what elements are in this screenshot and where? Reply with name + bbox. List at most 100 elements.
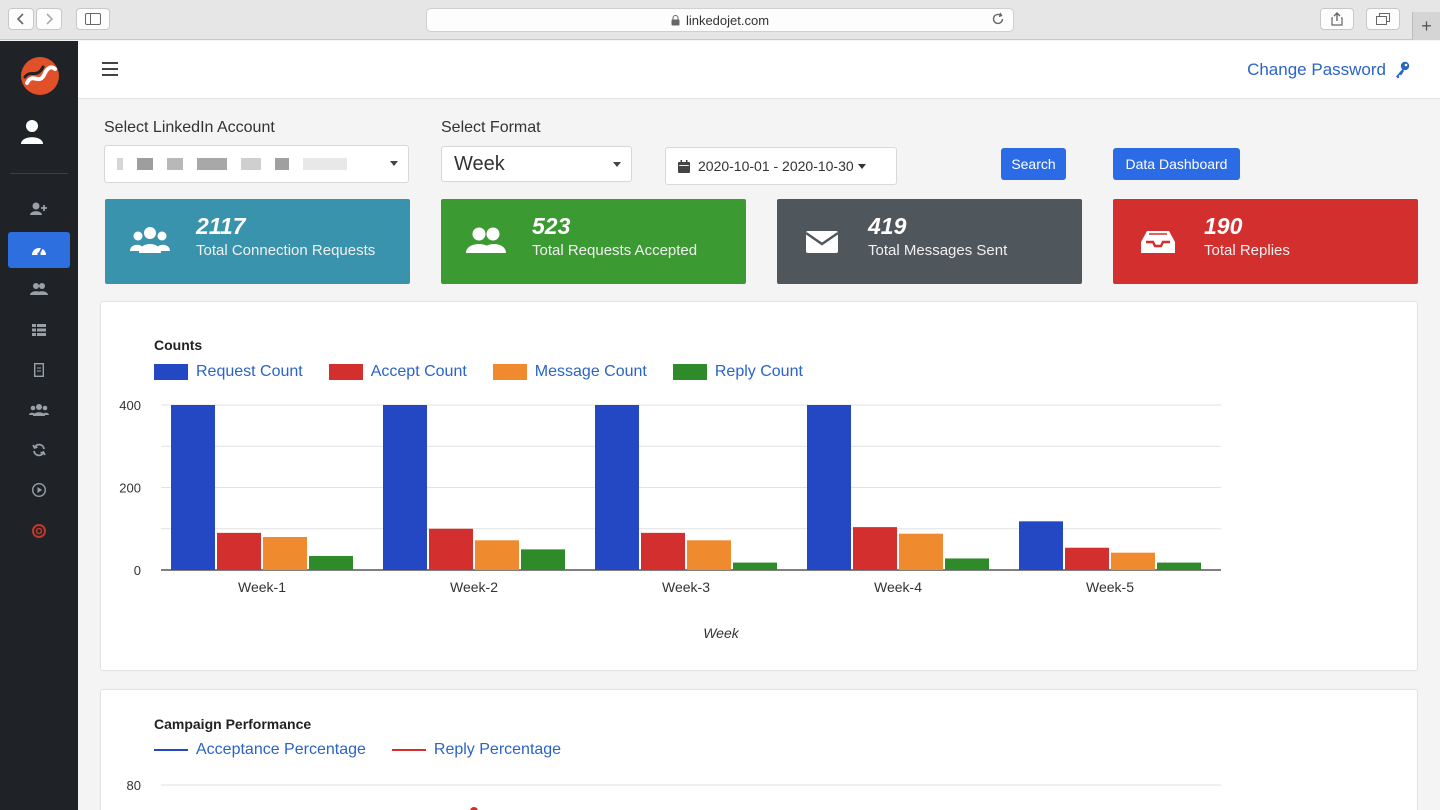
search-button[interactable]: Search	[1001, 148, 1066, 180]
counts-chart-panel: Counts Request Count Accept Count Messag…	[100, 301, 1418, 671]
sidebar-item-sync[interactable]	[8, 432, 70, 468]
history-nav	[8, 8, 62, 30]
browser-toolbar: linkedojet.com +	[0, 0, 1440, 40]
change-password-link[interactable]: Change Password	[1247, 60, 1410, 80]
bar	[687, 540, 731, 570]
sidebar-item-dashboard[interactable]	[8, 232, 70, 268]
key-icon	[1396, 61, 1410, 79]
menu-toggle-icon[interactable]	[102, 62, 118, 76]
y-tick-label: 80	[127, 778, 141, 793]
card-label: Total Replies	[1204, 242, 1290, 259]
bar	[1111, 552, 1155, 570]
calendar-icon	[678, 159, 690, 173]
bar	[1019, 521, 1063, 570]
account-label: Select LinkedIn Account	[104, 119, 275, 136]
tabs-overview-button[interactable]	[1366, 8, 1400, 30]
bar	[217, 532, 261, 570]
play-icon	[32, 483, 46, 497]
profile-button[interactable]	[20, 119, 44, 145]
sidebar-item-add-user[interactable]	[8, 191, 70, 227]
card-value: 2117	[196, 213, 246, 239]
format-select[interactable]: Week	[441, 146, 632, 182]
x-tick-label: Week-1	[238, 579, 286, 595]
bar	[383, 405, 427, 570]
card-value: 419	[868, 213, 907, 239]
sidebar-item-users[interactable]	[8, 271, 70, 307]
app-logo[interactable]	[21, 57, 59, 95]
lock-icon	[671, 14, 680, 25]
tabs-icon	[1376, 13, 1390, 25]
x-tick-label: Week-5	[1086, 579, 1134, 595]
users-icon	[130, 227, 170, 253]
y-tick-label: 0	[134, 563, 141, 578]
card-requests-accepted: 523 Total Requests Accepted	[441, 199, 746, 284]
bar	[171, 405, 215, 570]
data-dashboard-button[interactable]: Data Dashboard	[1113, 148, 1240, 180]
plus-icon: +	[1421, 15, 1432, 36]
card-connection-requests: 2117 Total Connection Requests	[105, 199, 410, 284]
refresh-icon	[32, 443, 46, 457]
file-icon	[34, 363, 44, 377]
group-icon	[29, 404, 49, 416]
card-value: 523	[532, 213, 571, 239]
card-value: 190	[1204, 213, 1243, 239]
bar	[945, 558, 989, 570]
format-label: Select Format	[441, 119, 541, 136]
user-plus-icon	[30, 202, 47, 215]
date-range-picker[interactable]: 2020-10-01 - 2020-10-30	[665, 147, 897, 185]
user-group-icon	[466, 227, 506, 253]
campaign-performance-panel: Campaign Performance Acceptance Percenta…	[100, 689, 1418, 810]
dashboard-icon	[32, 247, 46, 256]
sidebar-item-list[interactable]	[8, 312, 70, 348]
campaign-line-chart: 80	[127, 778, 1221, 810]
new-tab-button[interactable]: +	[1412, 12, 1440, 40]
account-select[interactable]	[104, 145, 409, 183]
card-messages-sent: 419 Total Messages Sent	[777, 199, 1082, 284]
x-tick-label: Week-3	[662, 579, 710, 595]
inbox-icon	[1141, 231, 1175, 253]
chevron-down-icon	[613, 162, 621, 167]
user-icon	[21, 120, 43, 144]
y-tick-label: 200	[119, 481, 141, 496]
bar	[853, 527, 897, 570]
sidebar-icon	[85, 13, 101, 25]
forward-button[interactable]	[36, 8, 62, 30]
card-label: Total Messages Sent	[868, 242, 1008, 259]
bar	[309, 555, 353, 570]
bar	[595, 405, 639, 570]
back-button[interactable]	[8, 8, 34, 30]
y-tick-label: 400	[119, 398, 141, 413]
bar	[807, 405, 851, 570]
chevron-down-icon	[390, 161, 398, 166]
reload-icon[interactable]	[991, 12, 1005, 26]
users-icon	[30, 283, 48, 295]
card-total-replies: 190 Total Replies	[1113, 199, 1418, 284]
envelope-icon	[805, 231, 839, 253]
address-bar[interactable]: linkedojet.com	[426, 8, 1014, 32]
browser-actions	[1320, 8, 1400, 30]
date-range-value: 2020-10-01 - 2020-10-30	[698, 158, 854, 174]
bar	[1065, 547, 1109, 570]
bar	[641, 532, 685, 570]
sidebar-divider	[10, 173, 68, 174]
show-sidebar-button[interactable]	[76, 8, 110, 30]
sidebar-item-files[interactable]	[8, 352, 70, 388]
bar	[429, 528, 473, 570]
bar	[733, 562, 777, 570]
x-tick-label: Week-2	[450, 579, 498, 595]
bar	[899, 533, 943, 570]
share-icon	[1331, 12, 1343, 26]
url-text: linkedojet.com	[685, 12, 770, 28]
card-label: Total Requests Accepted	[532, 242, 698, 259]
caret-down-icon	[857, 163, 866, 169]
bar	[475, 540, 519, 570]
support-icon	[32, 524, 46, 538]
sidebar-item-groups[interactable]	[8, 392, 70, 428]
format-value: Week	[454, 152, 505, 175]
sidebar-item-play[interactable]	[8, 472, 70, 508]
share-button[interactable]	[1320, 8, 1354, 30]
bar	[1157, 562, 1201, 570]
x-axis-title: Week	[703, 625, 740, 641]
sidebar-item-support[interactable]	[8, 513, 70, 549]
sidebar	[0, 41, 78, 810]
